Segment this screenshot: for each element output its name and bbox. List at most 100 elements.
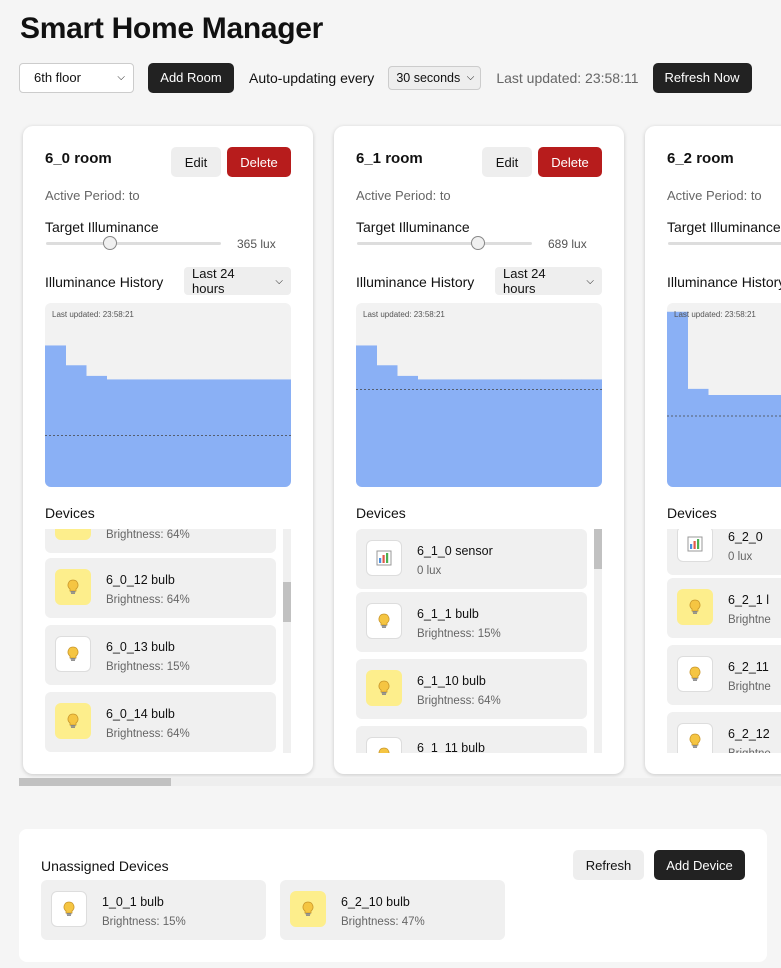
device-card[interactable]: 6_2_0 0 lux <box>667 529 781 575</box>
chart-bar <box>147 379 169 487</box>
device-card[interactable]: 6_2_11 Brightne <box>667 645 781 705</box>
floor-select-value: 6th floor <box>34 70 81 85</box>
device-card[interactable]: 6_1_0 sensor 0 lux <box>356 529 587 589</box>
device-list[interactable]: 6_2_0 0 lux 6_2_1 l Brightne 6_2_11 Brightne 6… <box>667 529 781 753</box>
slider-handle[interactable] <box>102 236 117 250</box>
chart-bar <box>667 311 688 487</box>
unassigned-device-card[interactable]: 1_0_1 bulb Brightness: 15% <box>41 880 266 940</box>
target-illuminance-slider[interactable] <box>46 236 221 250</box>
chart-bar <box>397 375 418 487</box>
add-device-button[interactable]: Add Device <box>654 850 745 880</box>
active-period: Active Period: to <box>356 188 451 203</box>
device-card[interactable]: 6_1_10 bulb Brightness: 64% <box>356 659 587 719</box>
illuminance-history-label: Illuminance History <box>356 274 475 290</box>
chart-last-updated: Last updated: 23:58:21 <box>52 310 134 319</box>
edit-room-button[interactable]: Edit <box>171 147 221 177</box>
unassigned-device-card[interactable]: 6_2_10 bulb Brightness: 47% <box>280 880 505 940</box>
delete-room-button[interactable]: Delete <box>227 147 291 177</box>
room-name: 6_2 room <box>667 150 734 167</box>
device-status: Brightness: 64% <box>106 529 190 541</box>
device-card[interactable]: 6_0_12 bulb Brightness: 64% <box>45 558 276 618</box>
history-range-select[interactable]: Last 24 hours ⌵ <box>184 266 291 296</box>
add-room-button[interactable]: Add Room <box>148 62 234 93</box>
chart-bar <box>561 379 582 487</box>
target-illuminance-label: Target Illuminance <box>45 219 159 235</box>
chart-bar <box>728 395 750 487</box>
chart-bar <box>65 365 87 487</box>
chart-svg <box>45 345 291 487</box>
chart-bar <box>168 379 189 487</box>
chevron-down-icon: ⌵ <box>586 275 594 287</box>
chart-bar <box>540 379 562 487</box>
floor-select[interactable]: 6th floor ⌵ <box>19 62 134 93</box>
device-card[interactable]: 6_0_13 bulb Brightness: 15% <box>45 625 276 685</box>
chevron-down-icon: ⌵ <box>275 275 283 287</box>
delete-room-button[interactable]: Delete <box>538 147 602 177</box>
device-list-scrollbar[interactable] <box>283 529 291 753</box>
device-status: Brightne <box>728 748 771 753</box>
device-list-scrollbar-thumb[interactable] <box>283 582 291 622</box>
chart-bar <box>749 395 770 487</box>
chart-svg <box>667 311 781 487</box>
chart-bar <box>250 379 271 487</box>
horizontal-scrollbar-thumb[interactable] <box>19 778 171 786</box>
chart-bar <box>687 388 709 487</box>
device-card[interactable]: 6_1_11 bulb <box>356 726 587 753</box>
device-status: Brightness: 64% <box>106 728 190 740</box>
devices-label: Devices <box>45 505 95 521</box>
history-range-select[interactable]: Last 24 hours ⌵ <box>495 266 602 296</box>
room-card: 6_2 roomEditDeleteActive Period: toTarge… <box>645 126 781 774</box>
device-name: 6_2_11 <box>728 660 769 674</box>
device-card[interactable]: 6_2_1 l Brightne <box>667 578 781 638</box>
device-card[interactable]: 6_1_1 bulb Brightness: 15% <box>356 592 587 652</box>
chart-bar <box>376 365 398 487</box>
chart-bar <box>45 345 66 487</box>
device-status: Brightness: 47% <box>341 916 425 928</box>
horizontal-scrollbar[interactable] <box>19 778 781 786</box>
target-illuminance-value: 689 lux <box>548 237 587 251</box>
refresh-now-button[interactable]: Refresh Now <box>652 62 752 93</box>
chevron-down-icon: ⌵ <box>117 72 125 83</box>
device-card[interactable]: 6_0_14 bulb Brightness: 64% <box>45 692 276 752</box>
device-name: 6_2_12 <box>728 727 770 741</box>
device-card[interactable]: Brightness: 64% <box>45 529 276 553</box>
rooms-container[interactable]: 6_0 room Edit Delete Active Period: to Targe… <box>19 110 781 790</box>
room-name: 6_1 room <box>356 150 423 167</box>
device-name: 6_0_13 bulb <box>106 640 175 654</box>
illuminance-history-chart: Last updated: 23:58:21 <box>667 303 781 487</box>
room-name: 6_0 room <box>45 150 112 167</box>
device-name: 6_1_1 bulb <box>417 607 479 621</box>
device-list[interactable]: Brightness: 64% 6_0_12 bulb Brightness: 64… <box>45 529 291 753</box>
edit-room-button[interactable]: Edit <box>482 147 532 177</box>
illuminance-history-label: Illuminance History <box>667 274 781 290</box>
device-list-scrollbar[interactable] <box>594 529 602 753</box>
devices-label: Devices <box>356 505 406 521</box>
device-card[interactable]: 6_2_12 Brightne <box>667 712 781 753</box>
chart-bar <box>438 379 459 487</box>
unassigned-refresh-button[interactable]: Refresh <box>573 850 644 880</box>
bulb-icon <box>55 636 91 672</box>
chart-bar <box>499 379 521 487</box>
bulb-icon <box>677 589 713 625</box>
slider-handle[interactable] <box>470 236 485 250</box>
device-list[interactable]: 6_1_0 sensor 0 lux 6_1_1 bulb Brightness: 1… <box>356 529 602 753</box>
target-illuminance-label: Target Illuminance <box>667 219 781 235</box>
device-status: Brightness: 15% <box>102 916 186 928</box>
device-status: Brightness: 64% <box>106 594 190 606</box>
chart-bar <box>270 379 291 487</box>
interval-select[interactable]: 30 seconds ⌵ <box>388 65 482 90</box>
chart-last-updated: Last updated: 23:58:21 <box>674 310 756 319</box>
active-period: Active Period: to <box>667 188 762 203</box>
illuminance-history-chart: Last updated: 23:58:21 <box>356 303 602 487</box>
app-title: Smart Home Manager <box>20 12 324 45</box>
device-name: 6_0_14 bulb <box>106 707 175 721</box>
device-name: 6_2_1 l <box>728 593 770 607</box>
chart-bar <box>188 379 210 487</box>
chart-bar <box>127 379 148 487</box>
target-illuminance-slider[interactable] <box>668 242 781 245</box>
device-name: 1_0_1 bulb <box>102 895 164 909</box>
target-illuminance-slider[interactable] <box>357 236 532 250</box>
device-name: 6_2_0 <box>728 530 763 544</box>
device-list-scrollbar-thumb[interactable] <box>594 529 602 569</box>
bulb-icon <box>55 703 91 739</box>
